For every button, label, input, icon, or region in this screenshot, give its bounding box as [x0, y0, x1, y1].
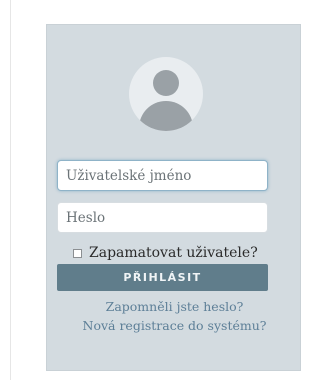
user-avatar-icon: [129, 57, 203, 131]
forgot-password-link[interactable]: Zapomněli jste heslo?: [47, 299, 302, 314]
avatar-head: [153, 70, 179, 96]
login-button[interactable]: PŘIHLÁSIT: [57, 264, 268, 291]
register-link[interactable]: Nová registrace do systému?: [47, 318, 302, 333]
remember-label: Zapamatovat uživatele?: [89, 245, 258, 261]
login-card: Zapamatovat uživatele? PŘIHLÁSIT Zapomně…: [46, 24, 301, 371]
avatar-body: [139, 101, 193, 131]
password-input[interactable]: [57, 202, 268, 233]
remember-checkbox[interactable]: [73, 248, 82, 258]
remember-me[interactable]: Zapamatovat uživatele?: [73, 244, 258, 262]
username-input[interactable]: [57, 160, 268, 191]
